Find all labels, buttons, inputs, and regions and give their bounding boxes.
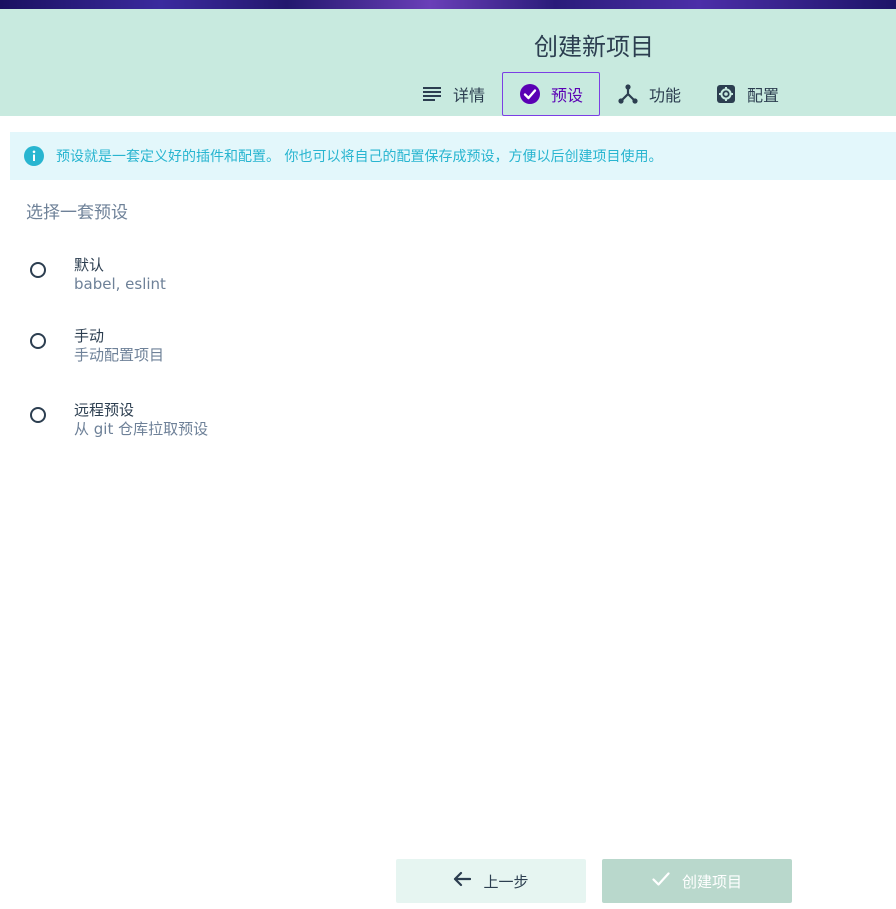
check-circle-icon — [519, 83, 541, 105]
top-banner-strip — [0, 0, 896, 9]
previous-step-button[interactable]: 上一步 — [396, 859, 586, 903]
info-banner: 预设就是一套定义好的插件和配置。 你也可以将自己的配置保存成预设，方便以后创建项… — [10, 132, 896, 180]
create-project-label: 创建项目 — [681, 872, 742, 891]
preset-option-manual[interactable]: 手动 手动配置项目 — [30, 327, 164, 364]
preset-option-remote[interactable]: 远程预设 从 git 仓库拉取预设 — [30, 401, 208, 438]
tab-presets-label: 预设 — [551, 86, 584, 105]
tab-bar: 详情 预设 功能 配置 — [404, 72, 796, 116]
header: 创建新项目 详情 预设 功能 配置 — [0, 9, 896, 116]
preset-description: babel, eslint — [74, 275, 166, 293]
fork-icon — [617, 83, 639, 105]
preset-description: 从 git 仓库拉取预设 — [74, 420, 209, 438]
checkmark-icon — [652, 872, 670, 890]
radio-button[interactable] — [30, 262, 46, 278]
tab-features-label: 功能 — [649, 86, 682, 105]
tab-details[interactable]: 详情 — [404, 72, 502, 116]
previous-step-label: 上一步 — [483, 872, 529, 891]
preset-text: 远程预设 从 git 仓库拉取预设 — [74, 401, 208, 438]
preset-text: 默认 babel, eslint — [74, 256, 166, 293]
arrow-left-icon — [453, 871, 472, 891]
page-title: 创建新项目 — [534, 33, 654, 61]
preset-name: 手动 — [74, 327, 105, 345]
info-icon — [24, 146, 44, 166]
tab-details-label: 详情 — [453, 86, 486, 105]
preset-name: 默认 — [74, 256, 105, 274]
preset-name: 远程预设 — [74, 401, 135, 419]
radio-button[interactable] — [30, 333, 46, 349]
create-project-button[interactable]: 创建项目 — [602, 859, 792, 903]
section-title: 选择一套预设 — [26, 203, 128, 223]
tab-config-label: 配置 — [747, 86, 780, 105]
info-text: 预设就是一套定义好的插件和配置。 你也可以将自己的配置保存成预设，方便以后创建项… — [56, 149, 663, 165]
preset-text: 手动 手动配置项目 — [74, 327, 164, 364]
gear-icon — [715, 83, 737, 105]
tab-config[interactable]: 配置 — [698, 72, 796, 116]
preset-description: 手动配置项目 — [74, 346, 165, 364]
tab-features[interactable]: 功能 — [600, 72, 698, 116]
tab-presets[interactable]: 预设 — [502, 72, 601, 116]
radio-button[interactable] — [30, 407, 46, 423]
list-icon — [421, 83, 443, 105]
preset-option-default[interactable]: 默认 babel, eslint — [30, 256, 166, 293]
